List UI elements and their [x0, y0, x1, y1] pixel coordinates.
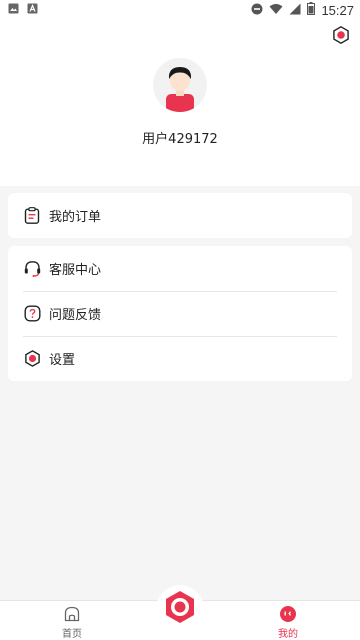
wifi-icon	[269, 3, 283, 18]
gear-icon	[23, 350, 41, 368]
battery-icon	[307, 2, 316, 18]
headset-icon	[23, 260, 41, 278]
menu-item-label: 设置	[49, 353, 76, 368]
image-icon	[8, 3, 19, 17]
menu-item-label: 客服中心	[49, 263, 102, 278]
nav-mine[interactable]: 我的	[258, 605, 318, 640]
dnd-icon	[251, 3, 263, 18]
avatar[interactable]	[153, 58, 207, 112]
profile-header: 用户429172	[0, 20, 360, 186]
smile-face-icon	[279, 605, 297, 626]
nav-mine-label: 我的	[278, 629, 298, 640]
home-icon	[64, 606, 80, 625]
nav-home[interactable]: 首页	[42, 606, 102, 640]
menu-item-orders[interactable]: 我的订单	[8, 193, 352, 238]
username[interactable]: 用户429172	[0, 128, 360, 147]
menu-item-settings[interactable]: 设置	[8, 336, 352, 381]
orders-card: 我的订单	[8, 193, 352, 238]
menu-item-customer-service[interactable]: 客服中心	[8, 246, 352, 291]
service-card: 客服中心 问题反馈 设置	[8, 246, 352, 381]
center-logo-icon	[162, 589, 198, 629]
menu-item-label: 问题反馈	[49, 308, 102, 323]
center-action-button[interactable]	[156, 585, 204, 633]
clipboard-icon	[23, 207, 41, 225]
a-icon	[27, 3, 38, 17]
status-bar: 15:27	[0, 0, 360, 20]
status-time: 15:27	[321, 2, 354, 18]
signal-icon	[289, 3, 301, 18]
settings-shortcut-icon[interactable]	[332, 25, 350, 45]
nav-home-label: 首页	[62, 629, 82, 640]
question-icon	[23, 305, 41, 323]
menu-item-feedback[interactable]: 问题反馈	[8, 291, 352, 336]
menu-item-label: 我的订单	[49, 210, 102, 225]
